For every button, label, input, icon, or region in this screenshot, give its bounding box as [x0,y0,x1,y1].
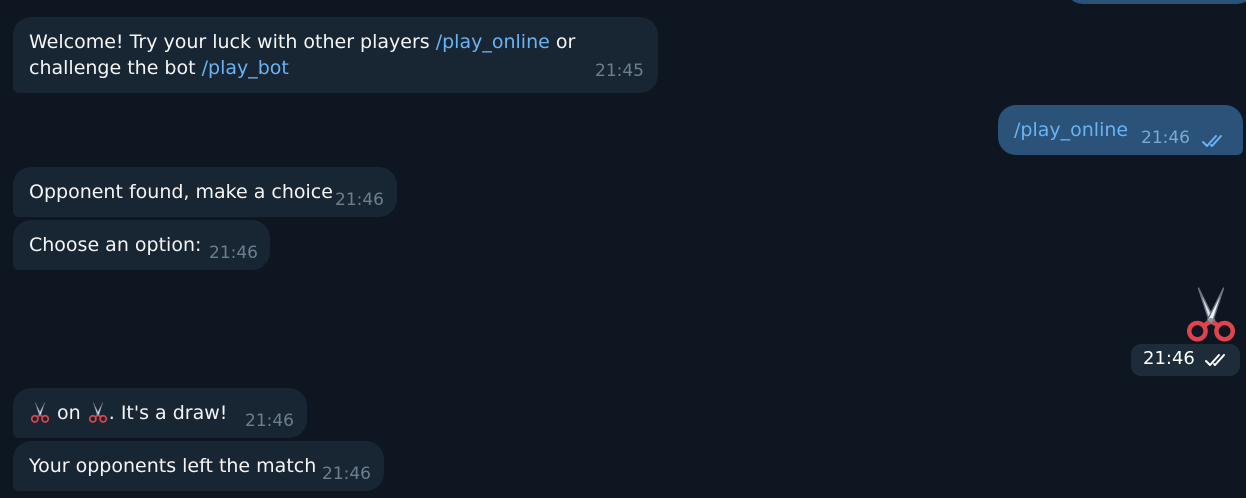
message-time: 21:46 [322,464,371,484]
message-time: 21:46 [1143,348,1195,369]
chat-area: Welcome! Try your luck with other player… [0,0,1246,498]
message-opponent-found: Opponent found, make a choice 21:46 [13,167,397,217]
double-check-icon [1202,129,1228,155]
scissors-icon[interactable] [1182,284,1240,342]
double-check-icon [1205,352,1231,371]
message-text: . It's a draw! [108,402,228,424]
emoji-message-time-pill: 21:46 [1131,344,1240,376]
message-time: 21:46 [335,190,384,210]
message-time: 21:45 [595,61,644,81]
message-text: Choose an option: [29,234,202,256]
message-text: Welcome! Try your luck with other player… [29,31,436,53]
message-text: on [51,402,87,424]
message-time: 21:46 [245,411,294,431]
message-time: 21:46 [209,243,258,263]
previous-outgoing-bubble [1065,0,1246,4]
message-welcome: Welcome! Try your luck with other player… [13,17,658,93]
play-online-command-link[interactable]: /play_online [436,31,550,53]
play-bot-command-link[interactable]: /play_bot [202,57,289,79]
message-sent-play-online: /play_online 21:46 [998,105,1243,155]
message-text[interactable]: /play_online [1014,119,1128,141]
scissors-icon [29,401,51,423]
scissors-icon [87,401,109,423]
message-opponent-left: Your opponents left the match 21:46 [13,441,384,491]
message-text: Opponent found, make a choice [29,181,333,203]
message-choose-option: Choose an option: 21:46 [13,220,270,270]
message-time: 21:46 [1141,128,1190,148]
message-draw: on . It's a draw! 21:46 [13,388,307,438]
message-text: Your opponents left the match [29,455,317,477]
